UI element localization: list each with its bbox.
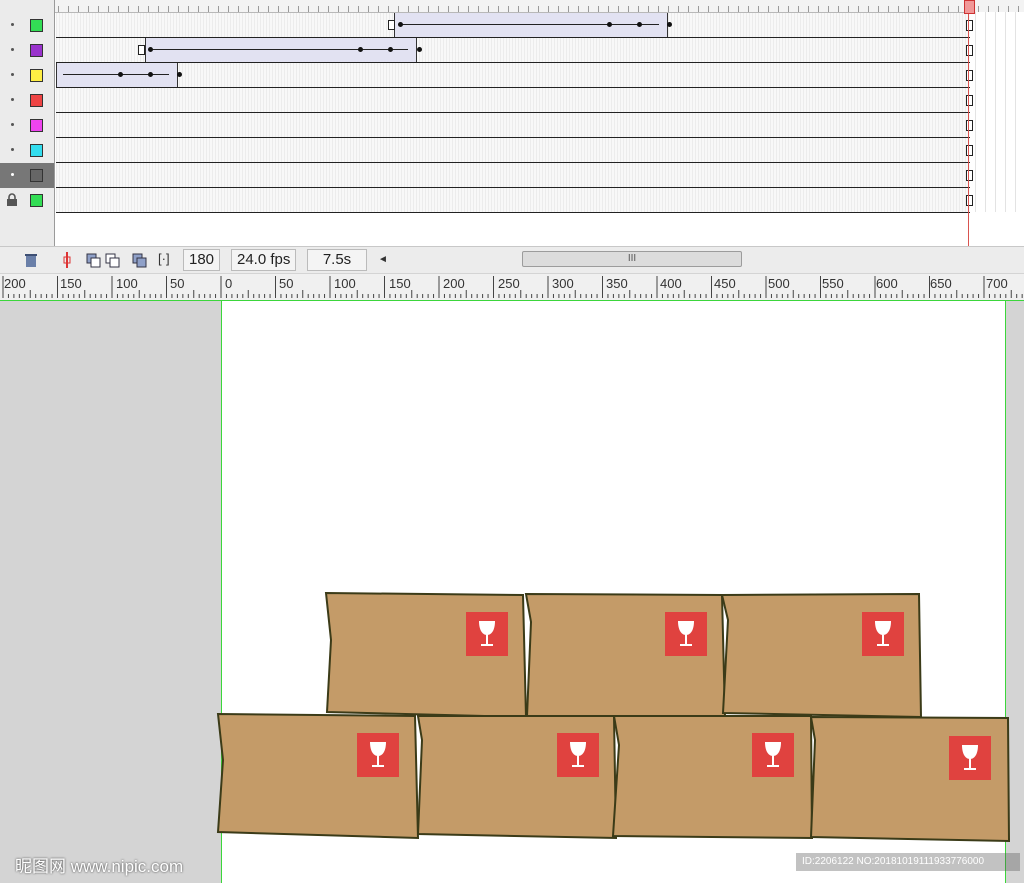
- cardboard-box[interactable]: [611, 715, 814, 840]
- wine-glass-fragile-icon: [466, 612, 508, 656]
- wine-glass-fragile-icon: [557, 733, 599, 777]
- wine-glass-fragile-icon: [862, 612, 904, 656]
- wine-glass-fragile-icon: [665, 612, 707, 656]
- cardboard-box[interactable]: [216, 712, 420, 840]
- stage-artwork: [216, 591, 1011, 843]
- cardboard-box[interactable]: [324, 591, 528, 719]
- cardboard-box[interactable]: [720, 592, 923, 719]
- cardboard-box[interactable]: [524, 592, 727, 719]
- wine-glass-fragile-icon: [752, 733, 794, 777]
- wine-glass-fragile-icon: [949, 736, 991, 780]
- watermark-site: 昵图网 www.nipic.com: [15, 857, 184, 876]
- cardboard-box[interactable]: [416, 715, 618, 840]
- watermark-id: ID:2206122 NO:20181019111933776000: [796, 853, 1020, 871]
- cardboard-box[interactable]: [809, 715, 1011, 843]
- wine-glass-fragile-icon: [357, 733, 399, 777]
